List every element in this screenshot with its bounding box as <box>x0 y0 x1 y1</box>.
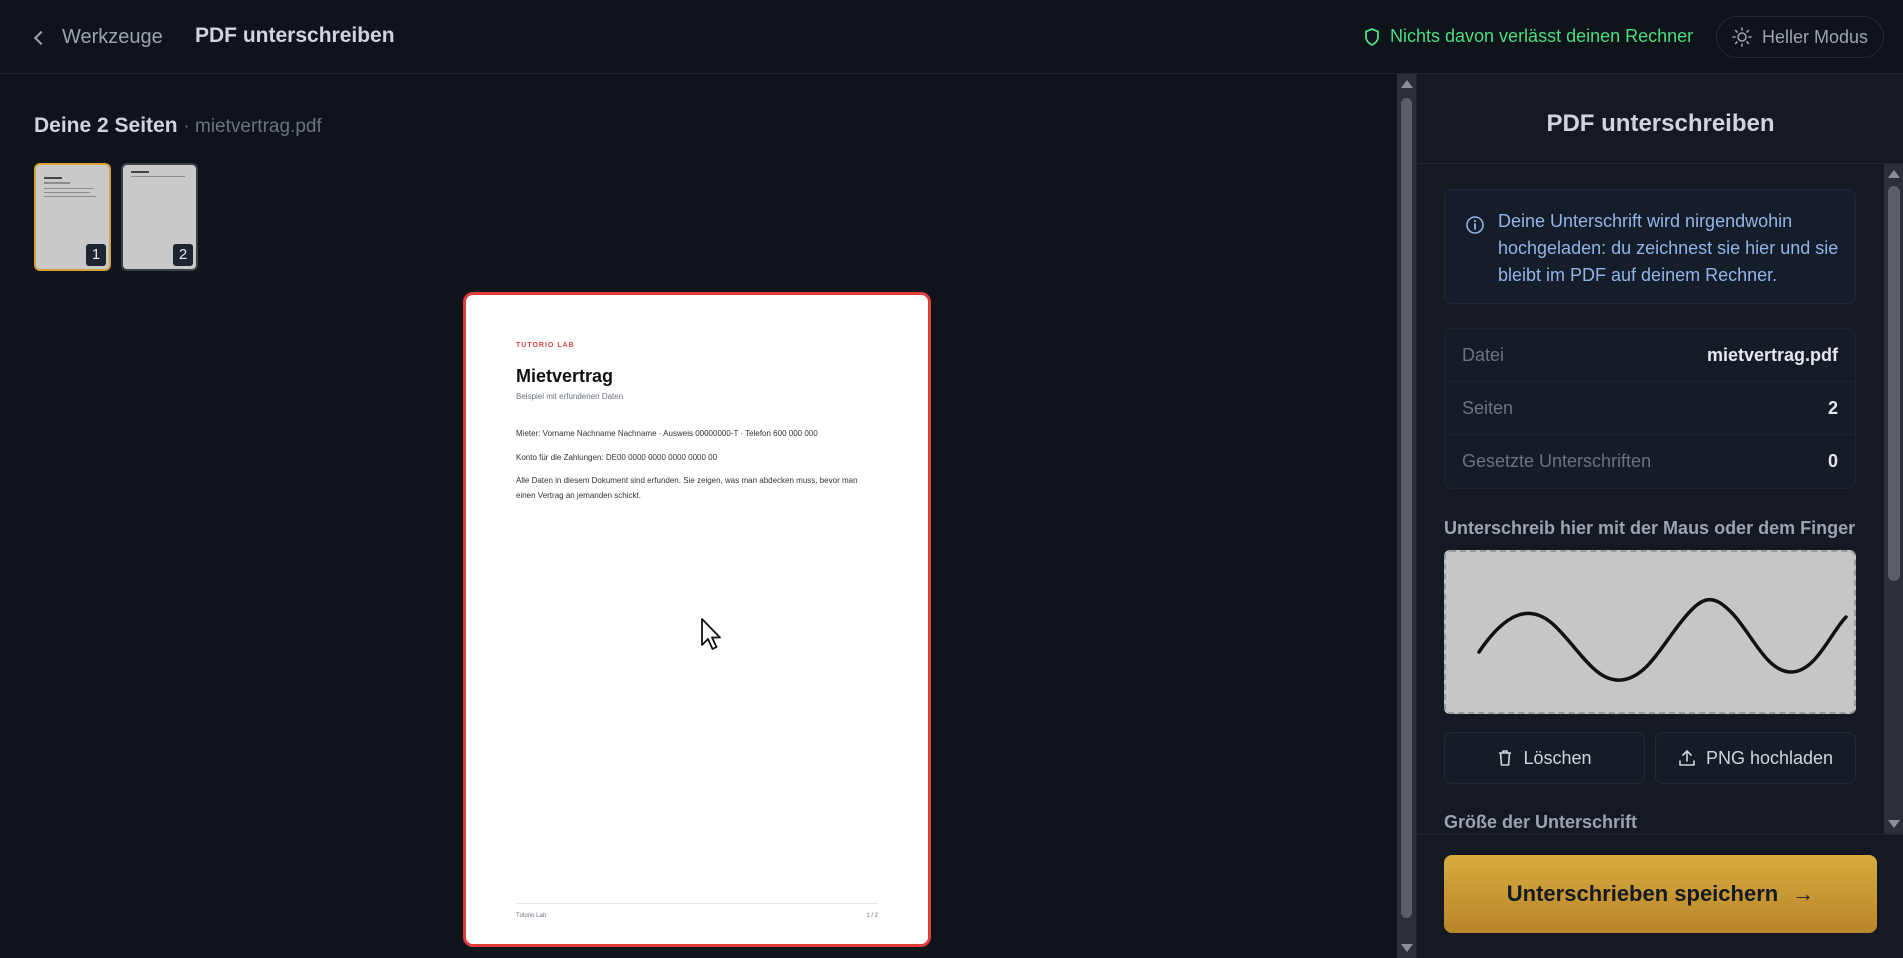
scrollbar-thumb[interactable] <box>1401 98 1412 918</box>
save-signed-button[interactable]: Unterschrieben speichern → <box>1444 855 1877 933</box>
stat-row-signatures: Gesetzte Unterschriften 0 <box>1445 435 1855 488</box>
thumb-line <box>131 176 185 177</box>
scroll-up-icon[interactable] <box>1401 80 1413 88</box>
document-line: Mieter: Vorname Nachname Nachname · Ausw… <box>516 429 818 438</box>
scroll-down-icon[interactable] <box>1888 820 1900 828</box>
stat-row-file: Datei mietvertrag.pdf <box>1445 329 1855 382</box>
stat-row-pages: Seiten 2 <box>1445 382 1855 435</box>
stat-value: mietvertrag.pdf <box>1706 344 1838 365</box>
thumb-line <box>44 182 70 184</box>
scrollbar-thumb[interactable] <box>1888 186 1900 581</box>
mouse-cursor-icon <box>701 618 721 650</box>
scroll-up-icon[interactable] <box>1888 170 1900 178</box>
panel-scrollbar[interactable] <box>1884 164 1903 834</box>
trash-icon <box>1499 750 1512 766</box>
sign-panel: PDF unterschreiben Deine Unterschrift wi… <box>1416 74 1903 958</box>
light-mode-label: Heller Modus <box>1761 26 1869 47</box>
workspace-scrollbar[interactable] <box>1397 74 1416 958</box>
thumb-line <box>131 171 149 173</box>
privacy-notice: Nichts davon verlässt deinen Rechner <box>1364 26 1693 47</box>
document-brand: TUTORIO LAB <box>516 342 575 349</box>
page-title: PDF unterschreiben <box>195 24 395 47</box>
upload-label: PNG hochladen <box>1705 747 1834 768</box>
privacy-text: Nichts davon verlässt deinen Rechner <box>1390 26 1694 46</box>
page-thumbnail-2[interactable]: 2 <box>121 163 198 271</box>
clear-label: Löschen <box>1523 747 1592 768</box>
stat-value: 2 <box>1827 397 1838 418</box>
thumb-line <box>44 177 62 179</box>
thumb-line <box>44 188 94 189</box>
info-icon <box>1466 216 1484 234</box>
thumbnail-number: 1 <box>86 244 106 266</box>
pdf-page-preview[interactable]: TUTORIO LAB Mietvertrag Beispiel mit erf… <box>471 300 923 939</box>
sun-icon <box>1732 27 1752 47</box>
shield-icon <box>1365 27 1379 46</box>
thumb-line <box>44 192 90 193</box>
arrow-right-icon: → <box>1792 881 1815 906</box>
thumbnail-number: 2 <box>173 244 193 266</box>
chevron-left-icon <box>33 30 49 46</box>
footer-divider <box>516 903 878 904</box>
document-footer-right: 1 / 2 <box>866 913 878 919</box>
signature-pad[interactable] <box>1444 550 1856 714</box>
stat-label: Seiten <box>1462 397 1514 418</box>
file-name: · mietvertrag.pdf <box>183 116 322 137</box>
panel-title: PDF unterschreiben <box>1417 74 1903 164</box>
signature-size-label: Größe der Unterschrift <box>1444 812 1638 832</box>
stats-table: Datei mietvertrag.pdf Seiten 2 Gesetzte … <box>1444 328 1856 489</box>
document-line: Konto für die Zahlungen: DE00 0000 0000 … <box>516 453 718 462</box>
thumb-line <box>44 196 96 197</box>
document-title: Mietvertrag <box>516 366 614 386</box>
pages-heading: Deine 2 Seiten · mietvertrag.pdf <box>34 114 322 138</box>
clear-button[interactable]: Löschen <box>1444 732 1645 784</box>
document-line: Alle Daten in diesem Dokument sind erfun… <box>516 476 858 500</box>
pages-count: Deine 2 Seiten <box>34 114 178 137</box>
top-bar: Werkzeuge PDF unterschreiben Nichts davo… <box>0 0 1903 74</box>
document-footer-left: Tutorio Lab <box>516 913 547 919</box>
back-link[interactable]: Werkzeuge <box>33 26 163 49</box>
selected-page-frame[interactable]: TUTORIO LAB Mietvertrag Beispiel mit erf… <box>463 292 931 947</box>
signature-pad-label: Unterschreib hier mit der Maus oder dem … <box>1444 518 1856 538</box>
stat-label: Datei <box>1462 344 1505 365</box>
page-thumbnail-1[interactable]: 1 <box>34 163 111 271</box>
panel-footer: Unterschrieben speichern → <box>1417 834 1903 958</box>
stat-label: Gesetzte Unterschriften <box>1462 451 1652 471</box>
light-mode-button[interactable]: Heller Modus <box>1716 16 1884 58</box>
info-text: Deine Unterschrift wird nirgendwohin hoc… <box>1498 211 1839 285</box>
scroll-down-icon[interactable] <box>1401 944 1413 952</box>
upload-icon <box>1679 750 1695 766</box>
document-subtitle: Beispiel mit erfundenen Daten <box>516 392 624 401</box>
save-label: Unterschrieben speichern <box>1506 881 1779 906</box>
stat-value: 0 <box>1827 451 1838 471</box>
info-box: Deine Unterschrift wird nirgendwohin hoc… <box>1444 189 1856 304</box>
signature-stroke <box>1477 597 1848 682</box>
upload-png-button[interactable]: PNG hochladen <box>1655 732 1856 784</box>
back-label: Werkzeuge <box>62 26 163 48</box>
